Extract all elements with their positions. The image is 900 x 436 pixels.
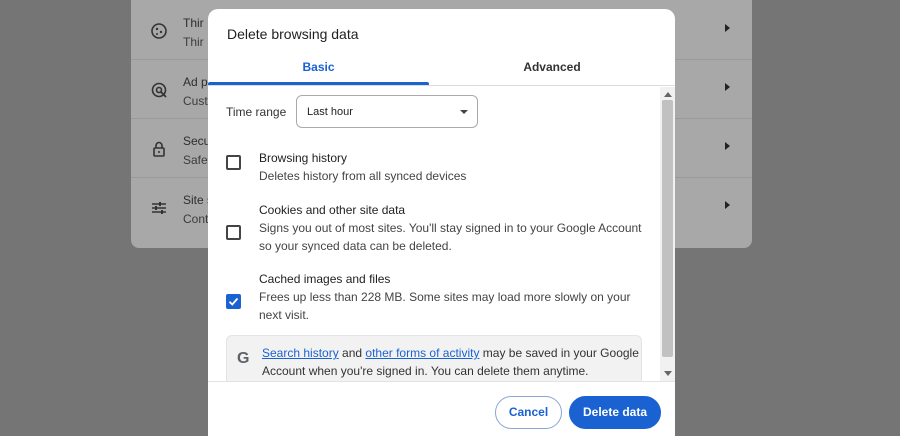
active-tab-indicator	[208, 82, 429, 85]
dialog-footer: Cancel Delete data	[208, 381, 675, 436]
google-account-notice: G Search history and other forms of acti…	[226, 335, 642, 381]
settings-row-subtitle: Cont	[183, 212, 209, 226]
dropdown-arrow-icon	[460, 110, 468, 114]
chevron-right-icon	[725, 142, 730, 150]
cookie-icon	[150, 22, 168, 40]
option-title: Cookies and other site data	[259, 203, 406, 217]
delete-data-button[interactable]: Delete data	[569, 396, 661, 429]
chevron-right-icon	[725, 83, 730, 91]
settings-row-title: Ad p	[183, 75, 208, 89]
tab-basic[interactable]: Basic	[208, 53, 429, 85]
google-g-icon: G	[237, 350, 250, 367]
scrollbar-thumb[interactable]	[662, 100, 673, 357]
browsing-history-checkbox[interactable]	[226, 155, 241, 170]
settings-row-title: Thir	[183, 16, 204, 30]
time-range-label: Time range	[226, 105, 287, 119]
delete-browsing-data-dialog: Delete browsing data Basic Advanced Time…	[208, 9, 675, 436]
dialog-content: Time range Last hour Browsing history De…	[208, 87, 660, 381]
option-title: Browsing history	[259, 151, 348, 165]
checkmark-icon	[228, 297, 239, 306]
scroll-down-arrow-icon[interactable]	[664, 371, 672, 376]
time-range-value: Last hour	[307, 106, 353, 118]
search-history-link[interactable]: Search history	[262, 346, 339, 360]
notice-text-middle: and	[338, 346, 366, 360]
ad-privacy-icon	[150, 81, 168, 99]
settings-row-title: Secu	[183, 134, 211, 148]
settings-row-subtitle: Safe	[183, 153, 208, 167]
google-notice-text: Search history and other forms of activi…	[262, 344, 642, 380]
chevron-right-icon	[725, 201, 730, 209]
dialog-scrollbar[interactable]	[660, 87, 675, 381]
tab-advanced[interactable]: Advanced	[429, 53, 675, 85]
time-range-select[interactable]: Last hour	[296, 95, 478, 128]
tab-bar: Basic Advanced	[208, 53, 675, 86]
option-description: Frees up less than 228 MB. Some sites ma…	[259, 290, 631, 322]
settings-row-subtitle: Cust	[183, 94, 208, 108]
tune-icon	[150, 199, 168, 217]
settings-row-subtitle: Thir	[183, 35, 204, 49]
lock-icon	[150, 140, 168, 158]
cancel-button[interactable]: Cancel	[495, 396, 562, 429]
option-description: Signs you out of most sites. You'll stay…	[259, 221, 642, 253]
scroll-up-arrow-icon[interactable]	[664, 92, 672, 97]
option-description: Deletes history from all synced devices	[259, 169, 467, 183]
dialog-title: Delete browsing data	[227, 26, 359, 42]
cookies-checkbox[interactable]	[226, 225, 241, 240]
other-activity-link[interactable]: other forms of activity	[365, 346, 479, 360]
option-title: Cached images and files	[259, 272, 391, 286]
cached-images-checkbox[interactable]	[226, 294, 241, 309]
chevron-right-icon	[725, 24, 730, 32]
